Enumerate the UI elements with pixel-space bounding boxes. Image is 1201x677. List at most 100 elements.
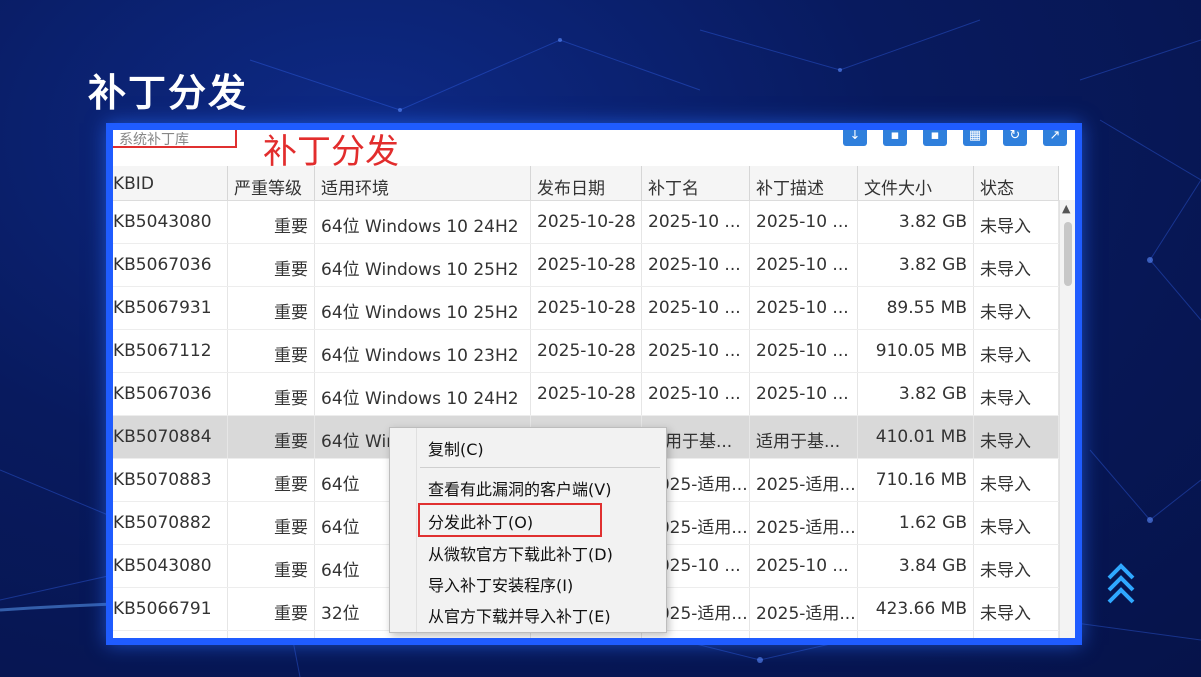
patch-window: 系统补丁库 补丁分发 ↓ ▪ ▪ ▦ ↻ ↗ KBID 严重等级 适用环境 发布…: [113, 130, 1075, 638]
cell-file-size: 3.82 GB: [858, 373, 974, 415]
vertical-scrollbar[interactable]: ▲: [1059, 200, 1075, 638]
cell-severity: 重要: [228, 459, 315, 501]
cell-environment: 64位 Windows 10 24H2: [315, 373, 531, 415]
cell-kbid: KB5067036: [113, 244, 228, 286]
cell-severity: 重要: [228, 330, 315, 372]
cell-environment: 64位 Windows 10 24H2: [315, 201, 531, 243]
cell-severity: 重要: [228, 244, 315, 286]
scroll-thumb[interactable]: [1064, 222, 1072, 286]
cell-release-date: 2025-10-28: [531, 330, 642, 372]
cell-file-size: 710.16 MB: [858, 459, 974, 501]
cell-status: 未导入: [974, 545, 1059, 587]
cell-severity: 重要: [228, 502, 315, 544]
menu-distribute-patch[interactable]: 分发此补丁(O): [428, 509, 533, 533]
cell-status: 未导入: [974, 287, 1059, 329]
cell-patch-name: 2025-10 ...: [642, 287, 750, 329]
table-row[interactable]: KB5043080 重要 64位 Windows 10 24H2 2025-10-28…: [113, 201, 1059, 244]
cell-description: 2025-适用...: [750, 459, 858, 501]
cell-environment: 64位 Windows 10 25H2: [315, 287, 531, 329]
cell-description: 2025-10 ...: [750, 545, 858, 587]
cell-kbid: KB5067112: [113, 330, 228, 372]
cell-file-size: 410.01 MB: [858, 416, 974, 458]
cell-file-size: 1.62 GB: [858, 502, 974, 544]
cell-file-size: 3.82 GB: [858, 201, 974, 243]
cell-status: 未导入: [974, 502, 1059, 544]
chevron-up-icon: [1107, 563, 1135, 604]
cell-file-size: 910.05 MB: [858, 330, 974, 372]
cell-kbid: KB5070882: [113, 502, 228, 544]
cell-status: 未导入: [974, 459, 1059, 501]
cell-severity: 重要: [228, 588, 315, 630]
cell-severity: 重要: [228, 631, 315, 638]
cell-release-date: 2025-10-28: [531, 373, 642, 415]
cell-status: 未导入: [974, 330, 1059, 372]
cell-description: 适用于基...: [750, 416, 858, 458]
cell-description: 2025-适用...: [750, 502, 858, 544]
cell-status: 未导入: [974, 373, 1059, 415]
col-release-date[interactable]: 发布日期: [531, 166, 642, 200]
col-file-size[interactable]: 文件大小: [858, 166, 974, 200]
table-row[interactable]: KB5067036 重要 64位 Windows 10 24H2 2025-10-28…: [113, 373, 1059, 416]
cell-file-size: 89.55 MB: [858, 287, 974, 329]
cell-kbid: KB5067036: [113, 373, 228, 415]
cell-severity: 重要: [228, 201, 315, 243]
cell-description: 2025-适用...: [750, 631, 858, 638]
table-row[interactable]: KB5067931 重要 64位 Windows 10 25H2 2025-10-28…: [113, 287, 1059, 330]
cell-kbid: KB5043080: [113, 201, 228, 243]
scroll-up-icon[interactable]: ▲: [1062, 202, 1070, 215]
screenshot-frame: 系统补丁库 补丁分发 ↓ ▪ ▪ ▦ ↻ ↗ KBID 严重等级 适用环境 发布…: [106, 123, 1082, 645]
cell-file-size: 729.66 MB: [858, 631, 974, 638]
cell-file-size: 423.66 MB: [858, 588, 974, 630]
menu-import-installer[interactable]: 导入补丁安装程序(I): [428, 572, 573, 596]
cell-description: 2025-10 ...: [750, 244, 858, 286]
cell-status: 未导入: [974, 244, 1059, 286]
col-environment[interactable]: 适用环境: [315, 166, 531, 200]
slide-title: 补丁分发: [88, 71, 249, 115]
cell-release-date: 2025-10-28: [531, 287, 642, 329]
cell-description: 2025-10 ...: [750, 201, 858, 243]
col-severity[interactable]: 严重等级: [228, 166, 315, 200]
table-row[interactable]: KB5067112 重要 64位 Windows 10 23H2 2025-10-28…: [113, 330, 1059, 373]
cell-severity: 重要: [228, 287, 315, 329]
export-icon[interactable]: ↗: [1043, 130, 1067, 146]
cell-status: 未导入: [974, 201, 1059, 243]
menu-separator: [420, 467, 660, 468]
col-status[interactable]: 状态: [974, 166, 1059, 200]
col-description[interactable]: 补丁描述: [750, 166, 858, 200]
cell-file-size: 3.82 GB: [858, 244, 974, 286]
cell-file-size: 3.84 GB: [858, 545, 974, 587]
cell-patch-name: 2025-10 ...: [642, 373, 750, 415]
cell-kbid: KB5070884: [113, 416, 228, 458]
context-menu-gutter: [390, 428, 417, 632]
patch-library-label[interactable]: 系统补丁库: [113, 130, 237, 148]
menu-view-vulnerable-clients[interactable]: 查看有此漏洞的客户端(V): [428, 476, 611, 500]
col-patch-name[interactable]: 补丁名: [642, 166, 750, 200]
cell-patch-name: 2025-10 ...: [642, 244, 750, 286]
save-alt-icon[interactable]: ▪: [923, 130, 947, 146]
download-icon[interactable]: ↓: [843, 130, 867, 146]
cell-kbid: KB5066791: [113, 631, 228, 638]
cell-status: 未导入: [974, 588, 1059, 630]
cell-status: 未导入: [974, 416, 1059, 458]
cell-description: 2025-适用...: [750, 588, 858, 630]
cell-release-date: 2025-10-28: [531, 201, 642, 243]
table-row[interactable]: KB5067036 重要 64位 Windows 10 25H2 2025-10-28…: [113, 244, 1059, 287]
menu-download-from-microsoft[interactable]: 从微软官方下载此补丁(D): [428, 541, 613, 565]
refresh-icon[interactable]: ↻: [1003, 130, 1027, 146]
col-kbid[interactable]: KBID: [113, 166, 228, 200]
cell-kbid: KB5043080: [113, 545, 228, 587]
cell-description: 2025-10 ...: [750, 287, 858, 329]
cell-environment: 64位 Windows 10 25H2: [315, 244, 531, 286]
cell-patch-name: 2025-10 ...: [642, 201, 750, 243]
context-menu: 复制(C) 查看有此漏洞的客户端(V) 分发此补丁(O) 从微软官方下载此补丁(…: [389, 427, 667, 633]
menu-download-and-import[interactable]: 从官方下载并导入补丁(E): [428, 603, 611, 627]
cell-kbid: KB5067931: [113, 287, 228, 329]
save-icon[interactable]: ▪: [883, 130, 907, 146]
cell-status: 未导入: [974, 631, 1059, 638]
toolbar: ↓ ▪ ▪ ▦ ↻ ↗: [843, 130, 1067, 146]
cell-kbid: KB5070883: [113, 459, 228, 501]
grid-icon[interactable]: ▦: [963, 130, 987, 146]
cell-environment: 64位 Windows 10 23H2: [315, 330, 531, 372]
cell-release-date: 2025-10-28: [531, 244, 642, 286]
menu-copy[interactable]: 复制(C): [428, 436, 484, 460]
